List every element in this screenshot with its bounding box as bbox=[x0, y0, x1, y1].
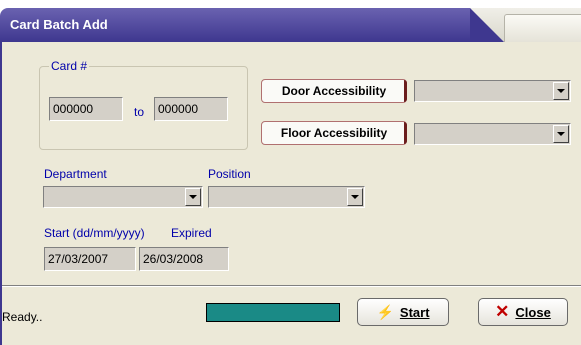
chevron-down-icon[interactable] bbox=[553, 125, 569, 143]
department-select[interactable] bbox=[43, 186, 203, 208]
divider-highlight bbox=[2, 286, 581, 287]
chevron-down-icon[interactable] bbox=[185, 188, 201, 206]
start-button-label: Start bbox=[399, 304, 430, 320]
chevron-down-icon[interactable] bbox=[347, 188, 363, 206]
lightning-icon: ⚡ bbox=[376, 303, 394, 320]
title-slope bbox=[470, 8, 504, 42]
close-icon: ✕ bbox=[495, 302, 510, 321]
card-number-legend: Card # bbox=[49, 59, 90, 73]
window-title: Card Batch Add bbox=[10, 17, 108, 32]
title-bar[interactable]: Card Batch Add bbox=[0, 8, 581, 43]
floor-accessibility-select[interactable] bbox=[414, 123, 571, 145]
door-accessibility-select[interactable] bbox=[414, 80, 571, 102]
card-from-field[interactable]: 000000 bbox=[49, 97, 123, 121]
floor-accessibility-label: Floor Accessibility bbox=[280, 126, 388, 140]
start-date-label: Start (dd/mm/yyyy) bbox=[44, 226, 145, 240]
floor-accessibility-button[interactable]: Floor Accessibility bbox=[261, 121, 407, 145]
to-label: to bbox=[134, 105, 145, 119]
title-bar-extension bbox=[504, 14, 581, 43]
door-accessibility-label: Door Accessibility bbox=[281, 84, 387, 98]
start-button[interactable]: ⚡ Start bbox=[357, 298, 449, 326]
progress-bar bbox=[206, 303, 340, 322]
card-to-field[interactable]: 000000 bbox=[154, 97, 228, 121]
chevron-down-icon[interactable] bbox=[553, 82, 569, 100]
title-tab: Card Batch Add bbox=[0, 8, 504, 42]
start-date-field[interactable]: 27/03/2007 bbox=[44, 247, 136, 271]
expired-date-label: Expired bbox=[171, 226, 212, 240]
position-label: Position bbox=[208, 167, 251, 181]
close-button-label: Close bbox=[515, 304, 551, 320]
expired-date-field[interactable]: 26/03/2008 bbox=[139, 247, 229, 271]
door-accessibility-button[interactable]: Door Accessibility bbox=[261, 79, 407, 103]
close-button[interactable]: ✕ Close bbox=[478, 298, 568, 326]
position-select[interactable] bbox=[208, 186, 365, 208]
card-batch-add-window: Card Batch Add Card # 000000 to 000000 D… bbox=[0, 0, 581, 345]
status-text: Ready.. bbox=[2, 310, 43, 324]
department-label: Department bbox=[44, 167, 107, 181]
